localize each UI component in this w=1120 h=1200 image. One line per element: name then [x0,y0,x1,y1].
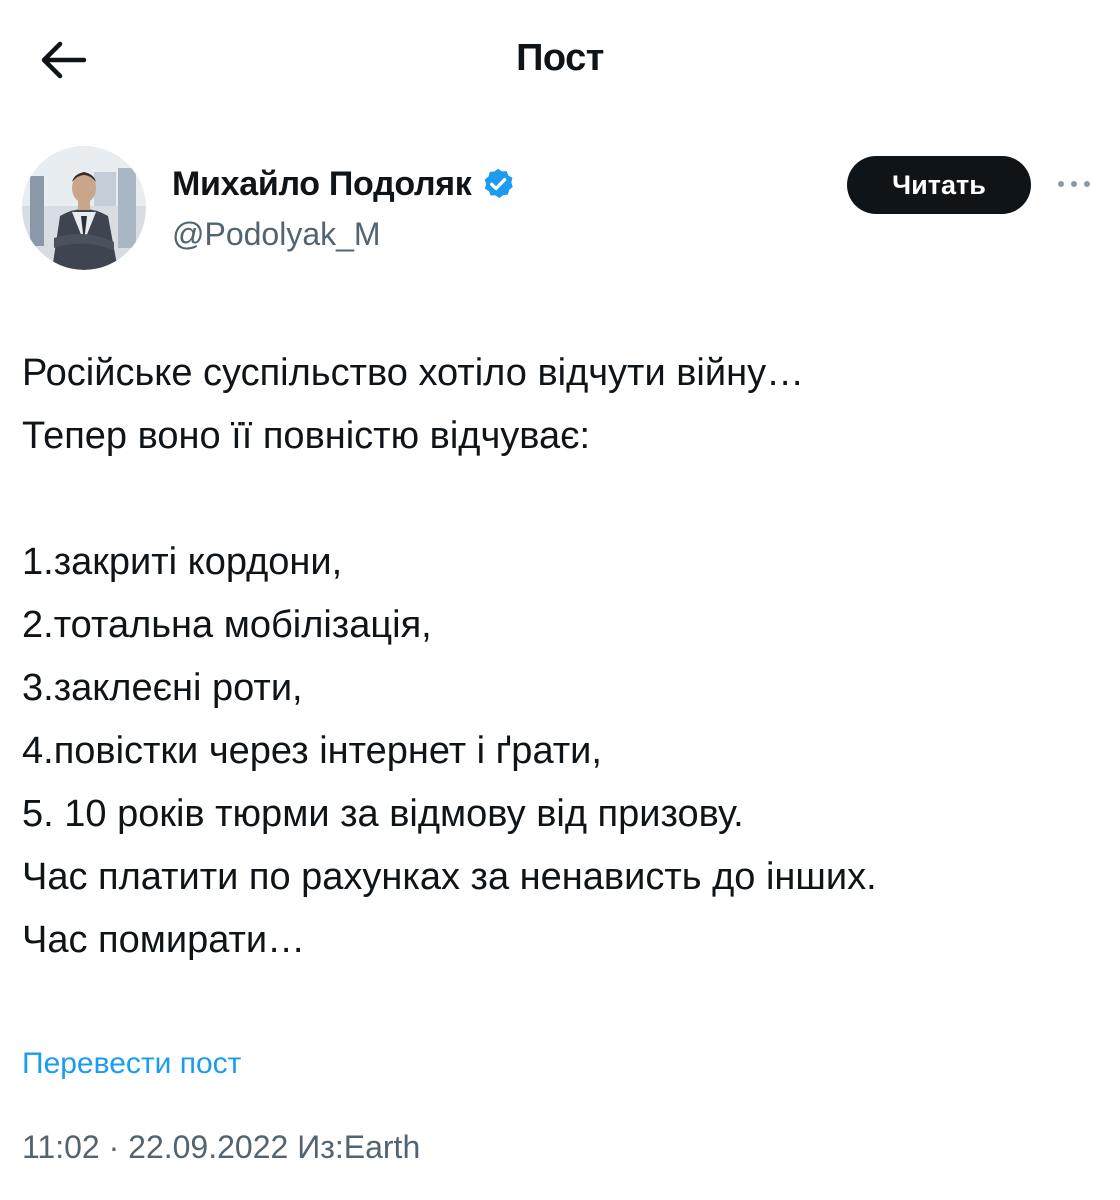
top-bar: Пост [0,0,1120,120]
author-handle[interactable]: @Podolyak_M [172,214,381,254]
post-line: Тепер воно її повністю відчуває: [22,415,591,457]
translate-post-link[interactable]: Перевести пост [22,1044,241,1084]
post-line: Російське суспільство хотіло відчути вій… [22,352,805,394]
post-date[interactable]: 22.09.2022 [128,1129,288,1165]
post-line: 4.повістки через інтернет і ґрати, [22,730,602,772]
post-time[interactable]: 11:02 [22,1129,100,1165]
post-line [22,468,1102,531]
post-meta: 11:02 · 22.09.2022 Из:Earth [22,1126,420,1168]
author-name[interactable]: Михайло Подоляк [172,164,472,204]
follow-button[interactable]: Читать [847,156,1031,214]
more-horizontal-icon [1052,164,1096,204]
post-source: Из:Earth [297,1129,421,1165]
post-line: Час помирати… [22,919,306,961]
post-line: 2.тотальна мобілізація, [22,604,432,646]
post-line: Час платити по рахунках за ненависть до … [22,856,877,898]
page-title: Пост [516,37,604,79]
author-name-row: Михайло Подоляк [172,162,516,206]
avatar[interactable] [22,146,146,270]
post-line: 3.заклеєні роти, [22,667,303,709]
post-line: 5. 10 років тюрми за відмову від призову… [22,793,744,835]
more-options-button[interactable] [1052,164,1096,204]
meta-separator: · [108,1129,120,1165]
post-text: Російське суспільство хотіло відчути вій… [22,342,1102,972]
post-author: Михайло Подоляк @Podolyak_M Читать [22,146,1102,272]
post-line: 1.закриті кордони, [22,541,343,583]
verified-badge-icon [480,166,516,202]
